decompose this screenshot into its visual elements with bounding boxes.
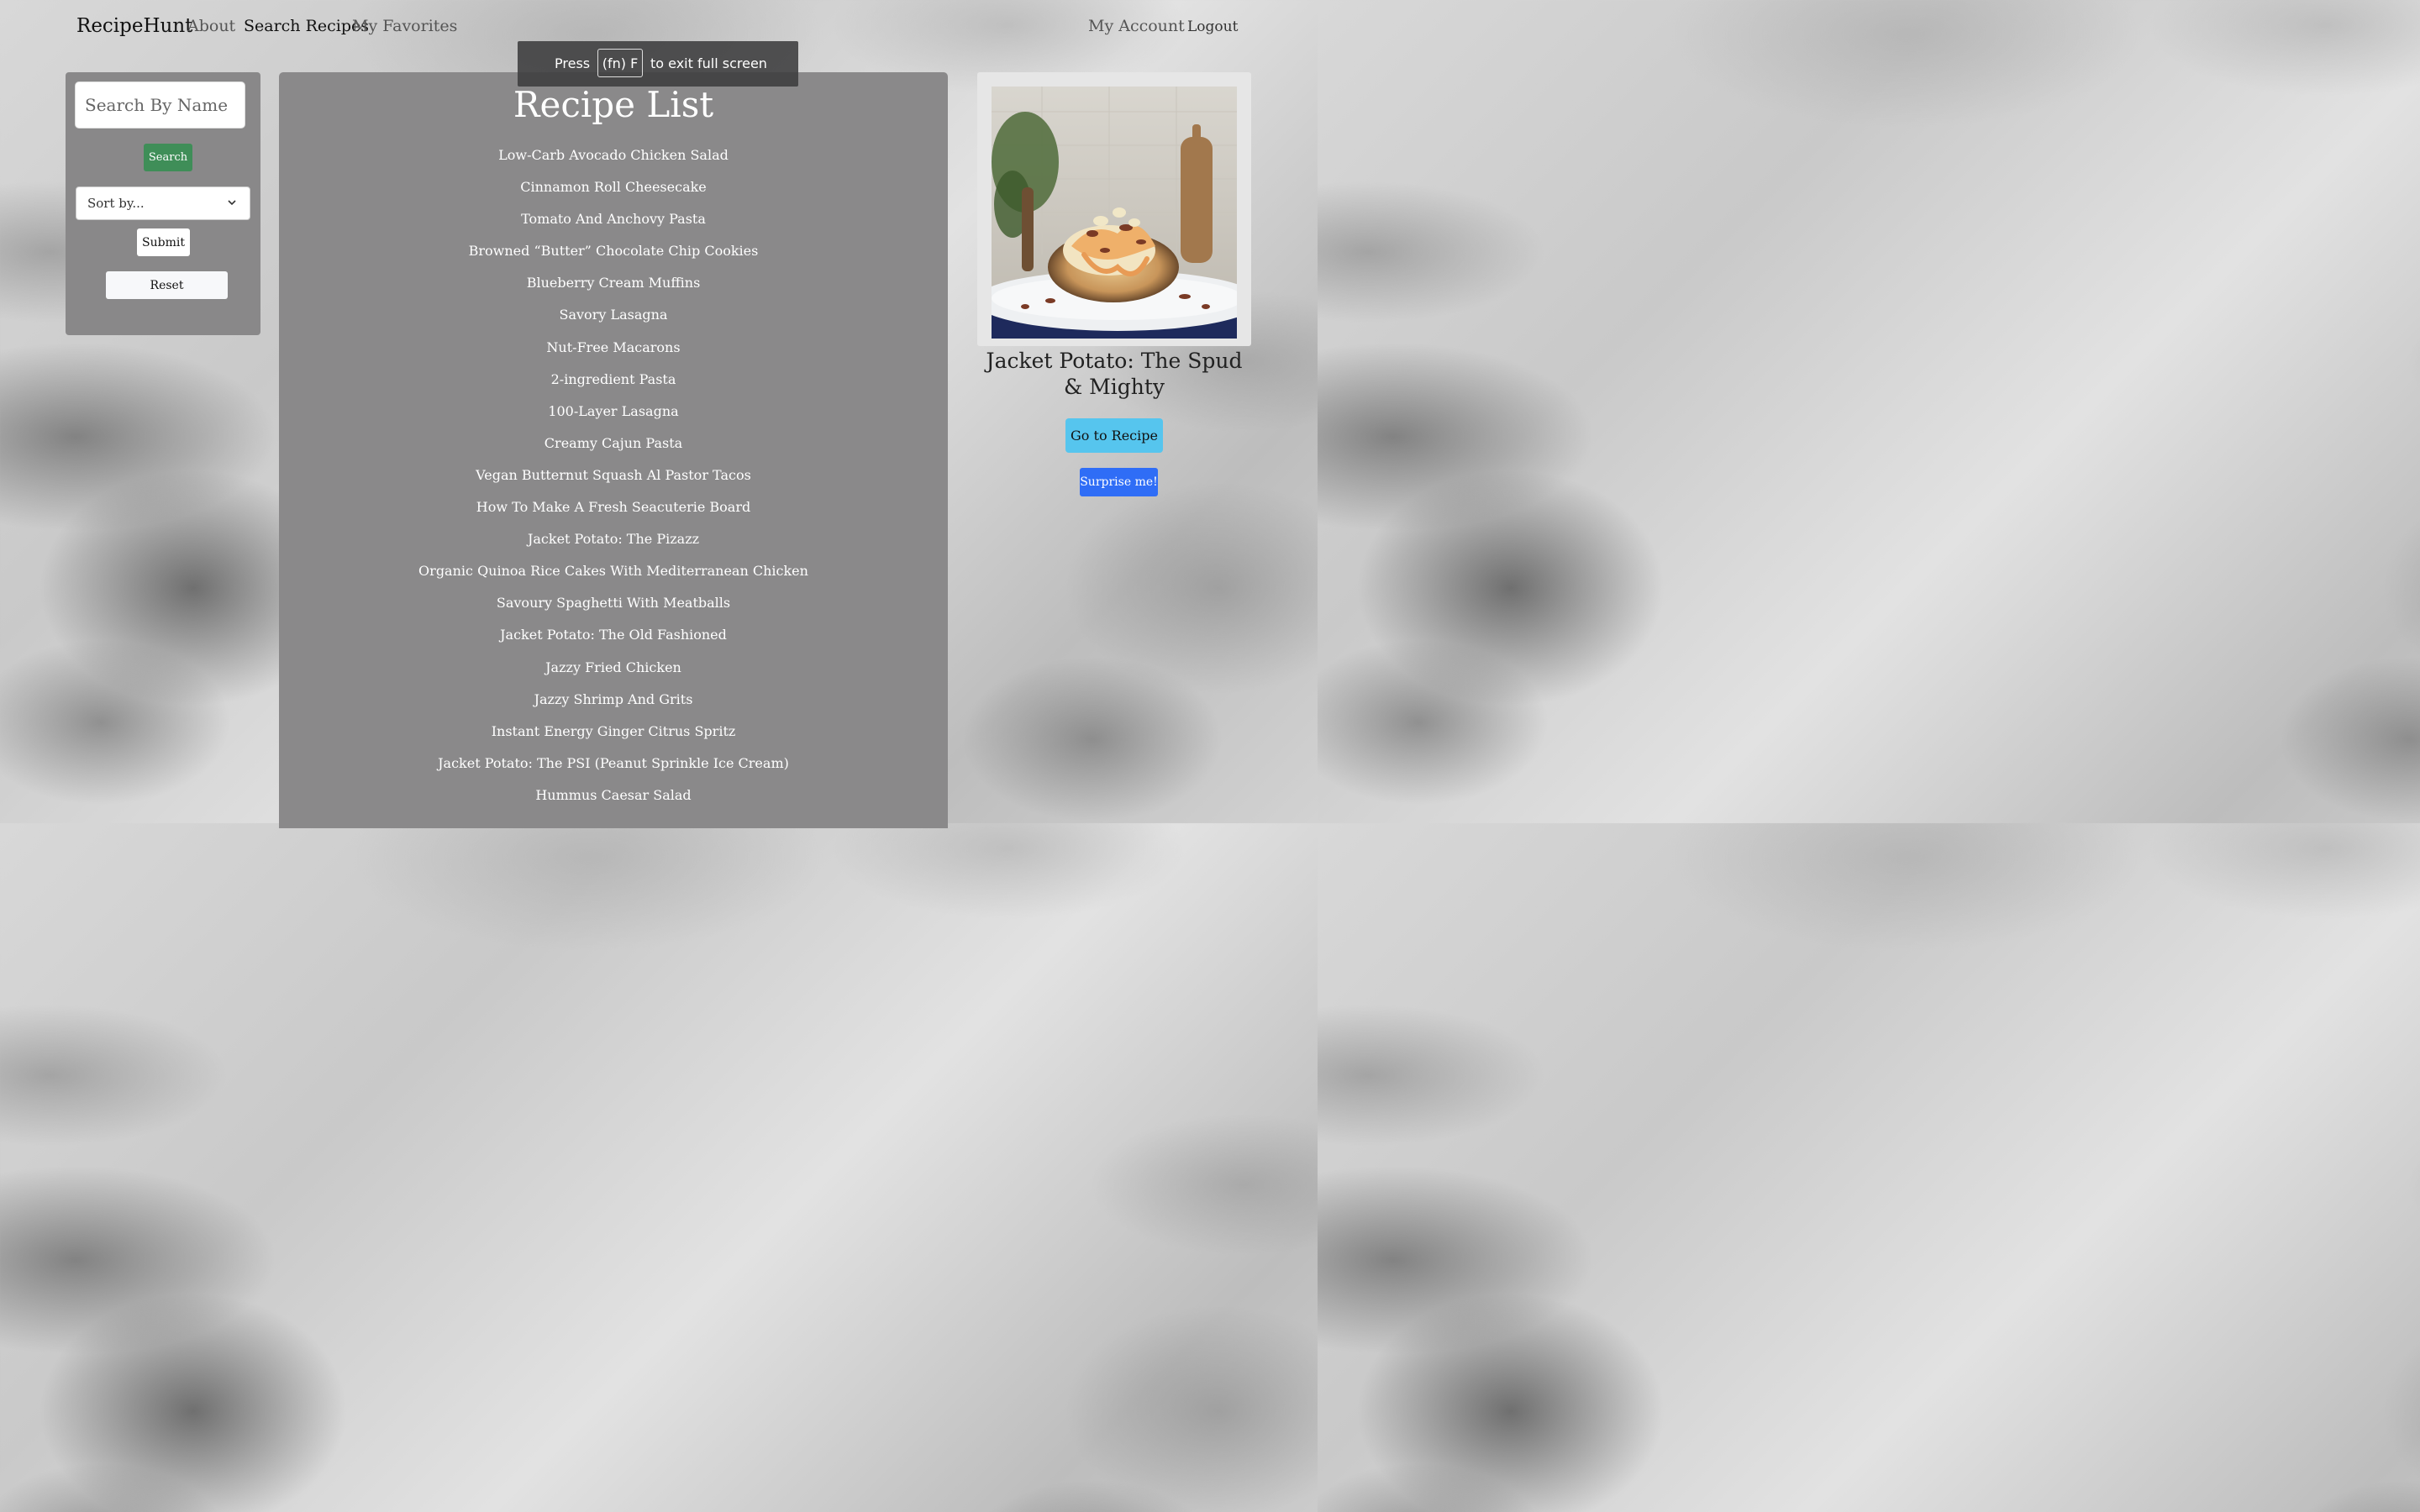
recipe-list-item[interactable]: Jacket Potato: The Old Fashioned — [279, 624, 948, 656]
fullscreen-notice-key: (fn) F — [597, 49, 643, 77]
chevron-down-icon — [228, 200, 236, 206]
surprise-me-button[interactable]: Surprise me! — [1080, 468, 1158, 496]
recipe-list-item[interactable]: Hummus Caesar Salad — [279, 785, 948, 816]
recipe-list-item[interactable]: Jacket Potato: The PSI (Peanut Sprinkle … — [279, 753, 948, 785]
recipe-list-item[interactable]: Low-Carb Avocado Chicken Salad — [279, 144, 948, 176]
recipe-list-item[interactable]: Jacket Potato: The Pizazz — [279, 528, 948, 560]
recipe-list-item[interactable]: Jazzy Shrimp And Grits — [279, 689, 948, 721]
recipe-list-item[interactable]: Vegan Butternut Squash Al Pastor Tacos — [279, 465, 948, 496]
recipe-list-item[interactable]: Jazzy Fried Chicken — [279, 657, 948, 689]
recipe-list-item[interactable]: How To Make A Fresh Seacuterie Board — [279, 496, 948, 528]
featured-recipe-title: Jacket Potato: The Spud & Mighty — [986, 349, 1243, 399]
nav-link-about[interactable]: About — [187, 17, 235, 35]
recipe-list-item[interactable]: Cinnamon Roll Cheesecake — [279, 176, 948, 208]
fullscreen-notice: Press (fn) F to exit full screen — [518, 41, 798, 87]
featured-recipe-image[interactable] — [992, 87, 1237, 339]
nav-link-search-recipes[interactable]: Search Recipes — [244, 17, 369, 35]
recipe-list-item[interactable]: Creamy Cajun Pasta — [279, 433, 948, 465]
recipe-list: Low-Carb Avocado Chicken Salad Cinnamon … — [279, 144, 948, 816]
sort-select[interactable]: Sort by... — [76, 186, 250, 220]
logout-button[interactable]: Logout — [1187, 18, 1238, 35]
fullscreen-notice-message: to exit full screen — [650, 55, 767, 71]
recipe-list-item[interactable]: Browned “Butter” Chocolate Chip Cookies — [279, 240, 948, 272]
recipe-list-item[interactable]: 2-ingredient Pasta — [279, 369, 948, 401]
sort-select-value: Sort by... — [87, 196, 145, 211]
recipe-list-item[interactable]: Tomato And Anchovy Pasta — [279, 208, 948, 240]
nav-link-my-account[interactable]: My Account — [1088, 17, 1185, 35]
recipe-list-item[interactable]: Blueberry Cream Muffins — [279, 272, 948, 304]
search-input[interactable] — [75, 81, 245, 129]
recipe-list-item[interactable]: Savoury Spaghetti With Meatballs — [279, 592, 948, 624]
featured-recipe-card — [977, 72, 1251, 346]
recipe-list-item[interactable]: Nut-Free Macarons — [279, 337, 948, 369]
recipe-list-item[interactable]: Instant Energy Ginger Citrus Spritz — [279, 721, 948, 753]
recipe-list-item[interactable]: Organic Quinoa Rice Cakes With Mediterra… — [279, 560, 948, 592]
brand-logo[interactable]: RecipeHunt — [76, 15, 192, 37]
fullscreen-notice-press: Press — [555, 55, 591, 71]
recipe-list-panel: Recipe List Low-Carb Avocado Chicken Sal… — [279, 72, 948, 828]
nav-link-my-favorites[interactable]: My Favorites — [352, 17, 457, 35]
reset-button[interactable]: Reset — [106, 271, 228, 299]
search-button[interactable]: Search — [144, 144, 192, 171]
submit-button[interactable]: Submit — [137, 228, 190, 256]
recipe-list-item[interactable]: Savory Lasagna — [279, 304, 948, 336]
go-to-recipe-button[interactable]: Go to Recipe — [1065, 418, 1163, 453]
recipe-list-item[interactable]: 100-Layer Lasagna — [279, 401, 948, 433]
search-panel: Search Sort by... Submit Reset — [66, 72, 260, 335]
page-title: Recipe List — [513, 84, 714, 125]
